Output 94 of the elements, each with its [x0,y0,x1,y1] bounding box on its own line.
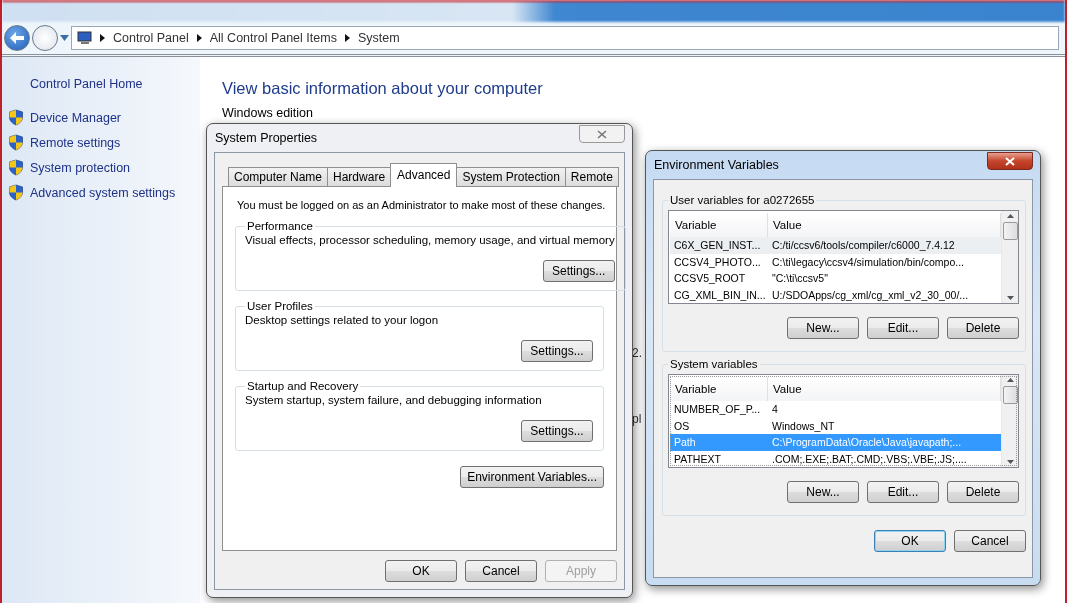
variable-name: OS [673,419,691,432]
list-action-button[interactable]: New... [787,317,859,339]
variable-name: C6X_GEN_INST... [673,239,762,252]
shield-icon [8,134,24,151]
close-icon [1005,156,1015,166]
list-action-button[interactable]: Edit... [867,481,939,503]
variable-row[interactable]: OS Windows_NT [670,417,1001,435]
group-description: Visual effects, processor scheduling, memory usage, and virtual memory [245,234,615,246]
group-title: User Profiles [246,300,314,312]
dialog-button[interactable]: OK [874,530,946,552]
breadcrumb-item[interactable]: System [357,31,400,45]
back-button[interactable] [4,25,30,51]
variable-value: C:\ti\legacy\ccsv4/simulation/bin/compo... [771,255,965,268]
group-title: Performance [246,220,314,232]
variable-name: CCSV5_ROOT [673,272,747,285]
sidebar-home-link[interactable]: Control Panel Home [30,77,200,91]
dialog-tab[interactable]: Remote [564,167,619,187]
close-button[interactable] [987,152,1033,170]
group-title: User variables for a0272655 [669,194,816,206]
variable-row[interactable]: NUMBER_OF_P... 4 [670,401,1001,418]
scrollbar[interactable] [1001,375,1018,467]
group-title: System variables [669,358,759,370]
variable-row[interactable]: C6X_GEN_INST... C:/ti/ccsv6/tools/compiler/c6000_7.4.12 [670,237,1001,254]
variable-value: C:/ti/ccsv6/tools/compiler/c6000_7.4.12 [771,239,956,252]
list-action-button[interactable]: Edit... [867,317,939,339]
variable-row[interactable]: PATHEXT .COM;.EXE;.BAT;.CMD;.VBS;.VBE;.JS;.... [670,450,1001,467]
variable-row[interactable]: CCSV5_ROOT "C:\ti\ccsv5" [670,270,1001,287]
section-title: Windows edition [222,106,314,120]
dropdown-caret-icon[interactable] [60,35,69,41]
variable-value: 4 [771,403,779,416]
list-action-button[interactable]: Delete [947,317,1019,339]
dialog-tab[interactable]: System Protection [456,167,566,187]
dialog-button[interactable]: OK [385,560,457,582]
admin-notice: You must be logged on as an Administrator to make most of these changes. [236,199,604,211]
sidebar-link[interactable]: Advanced system settings [8,184,200,201]
sidebar-link[interactable]: System protection [8,159,200,176]
column-header[interactable]: Variable [670,377,768,402]
breadcrumb-arrow-icon [344,34,350,42]
scrollbar[interactable] [1001,211,1018,303]
variable-name: Path [673,436,697,449]
variable-value: Windows_NT [771,419,836,432]
group-description: System startup, system failure, and debugging information [245,394,543,406]
dialog-tab[interactable]: Computer Name [228,167,329,187]
page-heading: View basic information about your computer [222,79,544,98]
column-header[interactable]: Variable [670,213,768,238]
shield-icon [8,184,24,201]
dialog-tab[interactable]: Hardware [327,167,392,187]
variable-row[interactable]: CG_XML_BIN_IN... U:/SDOApps/cg_xml/cg_xml_v2_30_00/... [670,286,1001,303]
column-header[interactable]: Value [768,213,1001,238]
sidebar-link[interactable]: Remote settings [8,134,200,151]
shield-icon [8,109,24,126]
variables-list[interactable]: Variable Value NUMBER_OF_P... 4 OS Windows_NT Path C:\ProgramData\Oracle\Java\javapath;... PATHEXT .COM;.EXE;.BAT;.CMD;.VBS;.VBE;.JS;.... [668,374,1019,468]
column-header[interactable]: Value [768,377,1001,402]
close-icon [597,129,607,139]
variable-name: NUMBER_OF_P... [673,403,762,416]
variable-row[interactable]: CCSV4_PHOTO... C:\ti\legacy\ccsv4/simulation/bin/compo... [670,253,1001,271]
variable-value: "C:\ti\ccsv5" [771,272,829,285]
list-action-button[interactable]: Delete [947,481,1019,503]
dialog-button[interactable]: Cancel [954,530,1026,552]
group-description: Desktop settings related to your logon [245,314,440,326]
forward-button[interactable] [32,25,58,51]
computer-icon [76,31,92,45]
scroll-up-icon[interactable] [1006,378,1014,382]
settings-button[interactable]: Settings... [542,260,615,282]
variables-list[interactable] [668,210,1019,304]
breadcrumb-item[interactable]: All Control Panel Items [209,31,337,45]
breadcrumb-item[interactable]: Control Panel [113,31,189,45]
address-bar[interactable]: Control Panel All Control Panel Items System [71,26,1059,50]
variable-value: C:\ProgramData\Oracle\Java\javapath;... [771,436,963,449]
dialog-button[interactable]: Cancel [465,560,537,582]
scroll-up-icon[interactable] [1006,214,1014,218]
variable-name: PATHEXT [673,452,722,465]
scroll-thumb[interactable] [1002,386,1018,404]
dialog-tab[interactable]: Advanced [390,163,458,187]
back-arrow-icon [10,32,24,44]
settings-button[interactable]: Settings... [521,420,593,442]
dialog-title: Environment Variables [653,158,779,172]
settings-button[interactable]: Settings... [521,340,593,362]
scroll-thumb[interactable] [1002,222,1018,240]
breadcrumb-arrow-icon [196,34,202,42]
environment-variables-button[interactable]: Environment Variables... [460,466,604,488]
variable-value: .COM;.EXE;.BAT;.CMD;.VBS;.VBE;.JS;.... [771,452,968,465]
scroll-down-icon[interactable] [1006,296,1014,300]
sidebar-link[interactable]: Device Manager [8,109,200,126]
group-title: Startup and Recovery [246,380,360,392]
scroll-down-icon[interactable] [1006,460,1014,464]
list-action-button[interactable]: New... [787,481,859,503]
variable-name: CG_XML_BIN_IN... [673,288,767,301]
variable-name: CCSV4_PHOTO... [673,255,762,268]
partly-hidden-text: 2. [632,346,643,360]
variable-value: U:/SDOApps/cg_xml/cg_xml_v2_30_00/... [771,288,970,301]
breadcrumb-arrow-icon [100,34,105,42]
dialog-title: System Properties [214,131,318,145]
shield-icon [8,159,24,176]
